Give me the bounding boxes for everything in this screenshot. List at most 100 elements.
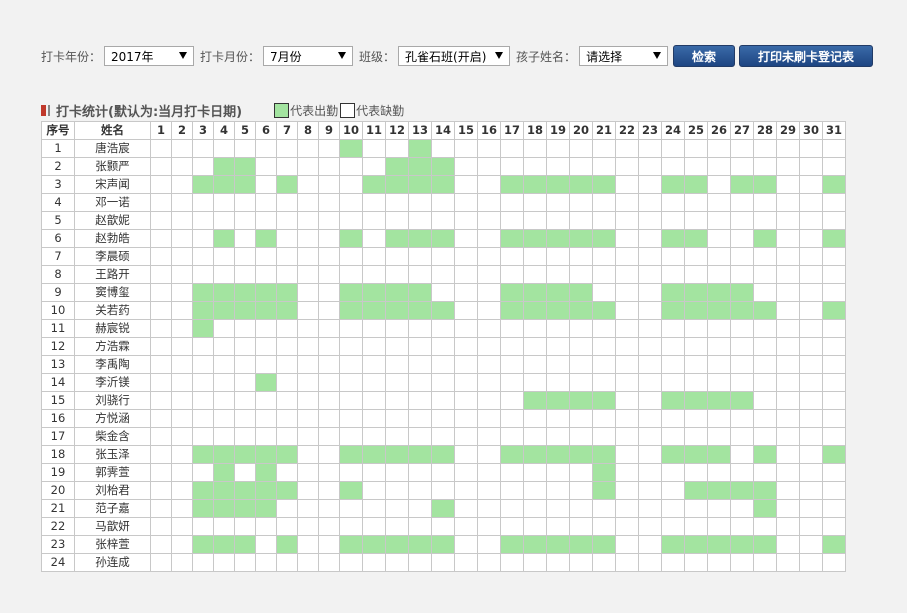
attendance-cell-absent: [318, 337, 340, 356]
attendance-cell-absent: [318, 445, 340, 464]
attendance-cell-absent: [408, 553, 432, 572]
attendance-cell-present: [546, 391, 570, 410]
attendance-cell-present: [408, 229, 432, 248]
attendance-cell-absent: [431, 265, 455, 284]
attendance-cell-absent: [150, 193, 172, 212]
attendance-cell-absent: [822, 517, 846, 536]
attendance-cell-present: [339, 139, 363, 158]
attendance-cell-absent: [661, 193, 685, 212]
attendance-cell-absent: [822, 139, 846, 158]
attendance-cell-absent: [362, 373, 386, 392]
attendance-cell-present: [255, 373, 277, 392]
attendance-cell-absent: [318, 175, 340, 194]
attendance-cell-absent: [684, 193, 708, 212]
attendance-cell-present: [661, 229, 685, 248]
year-select[interactable]: 2017年: [104, 46, 195, 66]
attendance-cell-absent: [408, 265, 432, 284]
attendance-cell-absent: [523, 211, 547, 230]
attendance-cell-absent: [523, 265, 547, 284]
attendance-cell-absent: [213, 193, 235, 212]
month-select[interactable]: 7月份: [263, 46, 354, 66]
attendance-cell-present: [569, 175, 593, 194]
attendance-cell-absent: [339, 175, 363, 194]
attendance-cell-absent: [707, 175, 731, 194]
attendance-cell-absent: [454, 553, 478, 572]
attendance-cell-present: [523, 535, 547, 554]
title-marker-icon: [41, 104, 46, 116]
attendance-cell-present: [523, 229, 547, 248]
attendance-cell-absent: [339, 157, 363, 176]
attendance-cell-present: [753, 229, 777, 248]
attendance-cell-absent: [431, 247, 455, 266]
attendance-cell-absent: [362, 553, 386, 572]
chevron-down-icon: [495, 52, 504, 59]
attendance-cell-absent: [318, 409, 340, 428]
attendance-cell-absent: [362, 517, 386, 536]
attendance-cell-absent: [339, 211, 363, 230]
attendance-cell-absent: [431, 481, 455, 500]
attendance-cell-absent: [339, 247, 363, 266]
attendance-cell-absent: [615, 409, 639, 428]
attendance-cell-present: [234, 499, 256, 518]
child-name-cell: 李沂镁: [74, 373, 151, 392]
attendance-cell-present: [276, 301, 298, 320]
attendance-cell-present: [192, 175, 214, 194]
column-header-day: 6: [255, 121, 277, 140]
attendance-cell-absent: [523, 157, 547, 176]
attendance-cell-absent: [776, 499, 800, 518]
attendance-cell-absent: [192, 517, 214, 536]
attendance-cell-absent: [213, 391, 235, 410]
attendance-cell-absent: [707, 373, 731, 392]
attendance-cell-absent: [615, 265, 639, 284]
attendance-cell-present: [213, 499, 235, 518]
attendance-cell-absent: [385, 355, 409, 374]
attendance-cell-absent: [255, 391, 277, 410]
attendance-cell-absent: [776, 553, 800, 572]
attendance-cell-absent: [592, 517, 616, 536]
attendance-cell-absent: [297, 265, 319, 284]
attendance-cell-present: [753, 445, 777, 464]
attendance-cell-absent: [276, 463, 298, 482]
attendance-cell-absent: [707, 517, 731, 536]
attendance-cell-absent: [500, 391, 524, 410]
attendance-cell-absent: [431, 391, 455, 410]
attendance-cell-absent: [297, 499, 319, 518]
attendance-cell-absent: [408, 355, 432, 374]
attendance-cell-absent: [799, 409, 823, 428]
attendance-cell-absent: [822, 553, 846, 572]
attendance-cell-absent: [408, 373, 432, 392]
attendance-cell-absent: [730, 211, 754, 230]
attendance-cell-absent: [592, 247, 616, 266]
attendance-cell-present: [684, 535, 708, 554]
child-name-cell: 王路开: [74, 265, 151, 284]
search-button[interactable]: 检索: [673, 45, 736, 67]
attendance-cell-absent: [546, 427, 570, 446]
attendance-cell-present: [822, 301, 846, 320]
child-name-cell: 关若药: [74, 301, 151, 320]
row-number: 22: [41, 517, 75, 536]
class-select[interactable]: 孔雀石班(开启): [398, 46, 511, 66]
print-unswiped-button[interactable]: 打印未刷卡登记表: [739, 45, 874, 67]
attendance-cell-absent: [234, 355, 256, 374]
attendance-cell-absent: [615, 337, 639, 356]
attendance-cell-absent: [477, 211, 501, 230]
attendance-cell-absent: [255, 175, 277, 194]
attendance-cell-absent: [638, 427, 662, 446]
attendance-cell-absent: [707, 499, 731, 518]
attendance-cell-present: [707, 283, 731, 302]
attendance-cell-absent: [822, 283, 846, 302]
attendance-cell-present: [592, 391, 616, 410]
attendance-cell-absent: [730, 193, 754, 212]
attendance-cell-absent: [799, 265, 823, 284]
attendance-cell-present: [684, 283, 708, 302]
column-header-day: 7: [276, 121, 298, 140]
attendance-cell-absent: [318, 535, 340, 554]
attendance-cell-absent: [362, 337, 386, 356]
attendance-cell-absent: [362, 229, 386, 248]
attendance-cell-absent: [454, 211, 478, 230]
row-number: 24: [41, 553, 75, 572]
attendance-cell-absent: [171, 481, 193, 500]
attendance-cell-present: [592, 445, 616, 464]
attendance-cell-absent: [318, 391, 340, 410]
child-name-select[interactable]: 请选择: [579, 46, 669, 66]
